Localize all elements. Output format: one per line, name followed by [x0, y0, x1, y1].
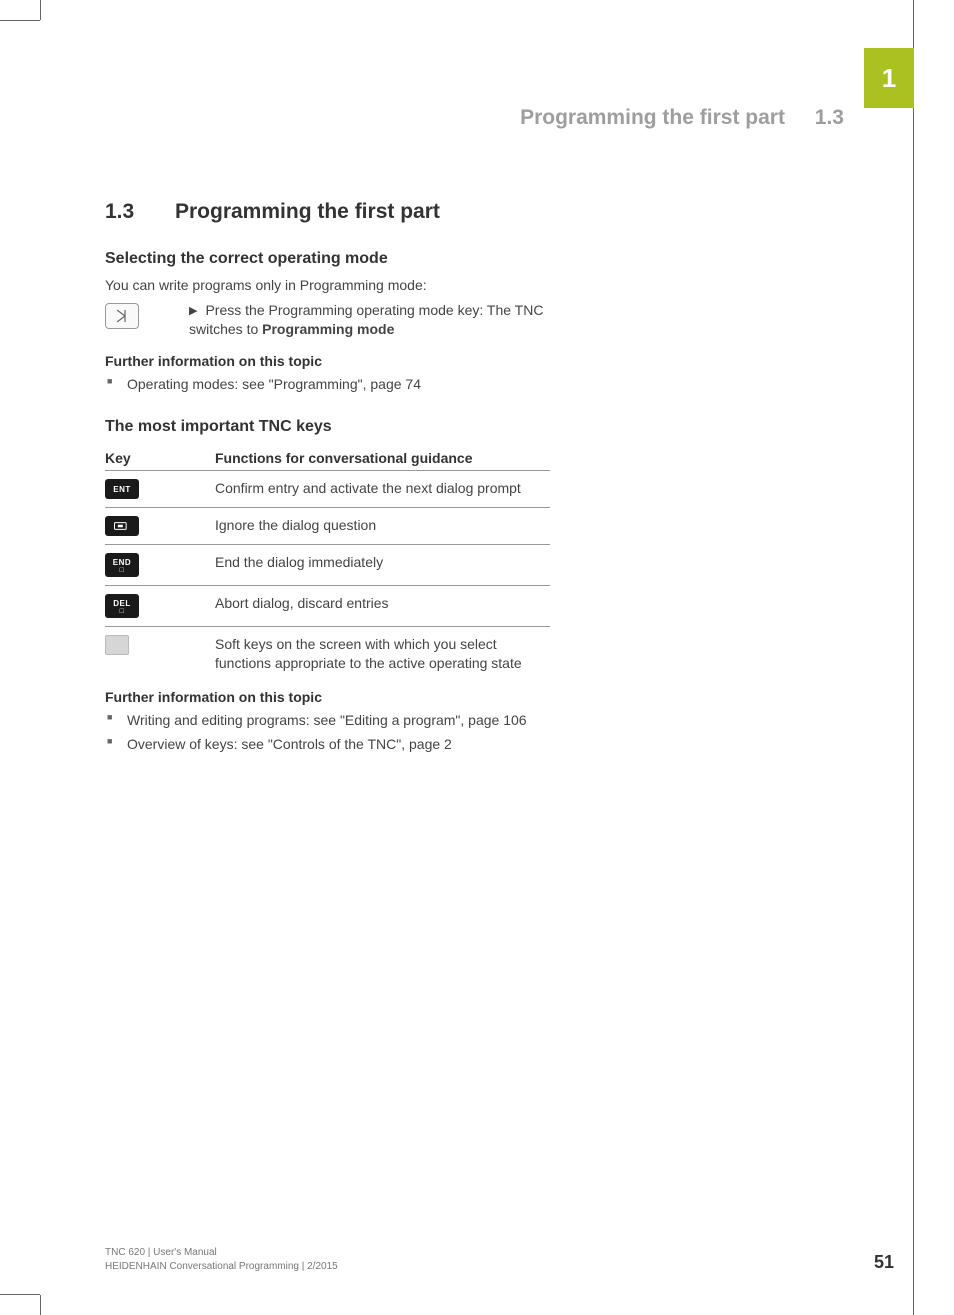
programming-mode-key-icon — [105, 303, 139, 329]
key-table: Key Functions for conversational guidanc… — [105, 444, 550, 681]
body-text: You can write programs only in Programmi… — [105, 276, 575, 295]
page-footer: TNC 620 | User's Manual HEIDENHAIN Conve… — [105, 1246, 894, 1273]
page-number: 51 — [874, 1252, 894, 1273]
table-row: DEL□ Abort dialog, discard entries — [105, 586, 550, 627]
running-header-title: Programming the first part — [520, 106, 785, 129]
further-info-list: Writing and editing programs: see "Editi… — [105, 711, 575, 754]
instruction-row: ▶Press the Programming operating mode ke… — [105, 301, 575, 339]
section-number: 1.3 — [105, 200, 175, 224]
list-item: Overview of keys: see "Controls of the T… — [105, 735, 575, 755]
no-ent-key-icon — [105, 516, 139, 536]
table-cell: Confirm entry and activate the next dial… — [215, 479, 550, 498]
table-row: ENT Confirm entry and activate the next … — [105, 471, 550, 508]
running-header: Programming the first part 1.3 — [520, 106, 844, 130]
section-heading: 1.3Programming the first part — [105, 200, 575, 224]
list-item: Operating modes: see "Programming", page… — [105, 375, 575, 395]
instruction-text: ▶Press the Programming operating mode ke… — [189, 301, 575, 339]
table-row: Ignore the dialog question — [105, 508, 550, 545]
table-cell: Soft keys on the screen with which you s… — [215, 635, 550, 673]
table-header-fn: Functions for conversational guidance — [215, 450, 550, 466]
running-header-number: 1.3 — [815, 106, 844, 129]
softkey-icon — [105, 635, 129, 655]
footer-text: TNC 620 | User's Manual HEIDENHAIN Conve… — [105, 1246, 338, 1273]
end-key-icon: END□ — [105, 553, 139, 577]
table-header-row: Key Functions for conversational guidanc… — [105, 444, 550, 471]
table-cell: Ignore the dialog question — [215, 516, 550, 535]
further-info-heading: Further information on this topic — [105, 689, 575, 705]
table-header-key: Key — [105, 450, 215, 466]
list-item: Writing and editing programs: see "Editi… — [105, 711, 575, 731]
crop-mark — [0, 1294, 40, 1295]
further-info-list: Operating modes: see "Programming", page… — [105, 375, 575, 395]
table-row: Soft keys on the screen with which you s… — [105, 627, 550, 681]
section-title: Programming the first part — [175, 200, 440, 223]
del-key-icon: DEL□ — [105, 594, 139, 618]
triangle-bullet-icon: ▶ — [189, 304, 197, 319]
crop-mark — [40, 1295, 41, 1315]
crop-mark — [40, 0, 41, 20]
subsection-heading: Selecting the correct operating mode — [105, 250, 575, 268]
crop-mark — [0, 20, 40, 21]
subsection-heading: The most important TNC keys — [105, 418, 575, 436]
table-row: END□ End the dialog immediately — [105, 545, 550, 586]
table-cell: Abort dialog, discard entries — [215, 594, 550, 613]
chapter-tab: 1 — [864, 48, 914, 108]
table-cell: End the dialog immediately — [215, 553, 550, 572]
further-info-heading: Further information on this topic — [105, 353, 575, 369]
crop-mark — [913, 0, 914, 1315]
ent-key-icon: ENT — [105, 479, 139, 499]
